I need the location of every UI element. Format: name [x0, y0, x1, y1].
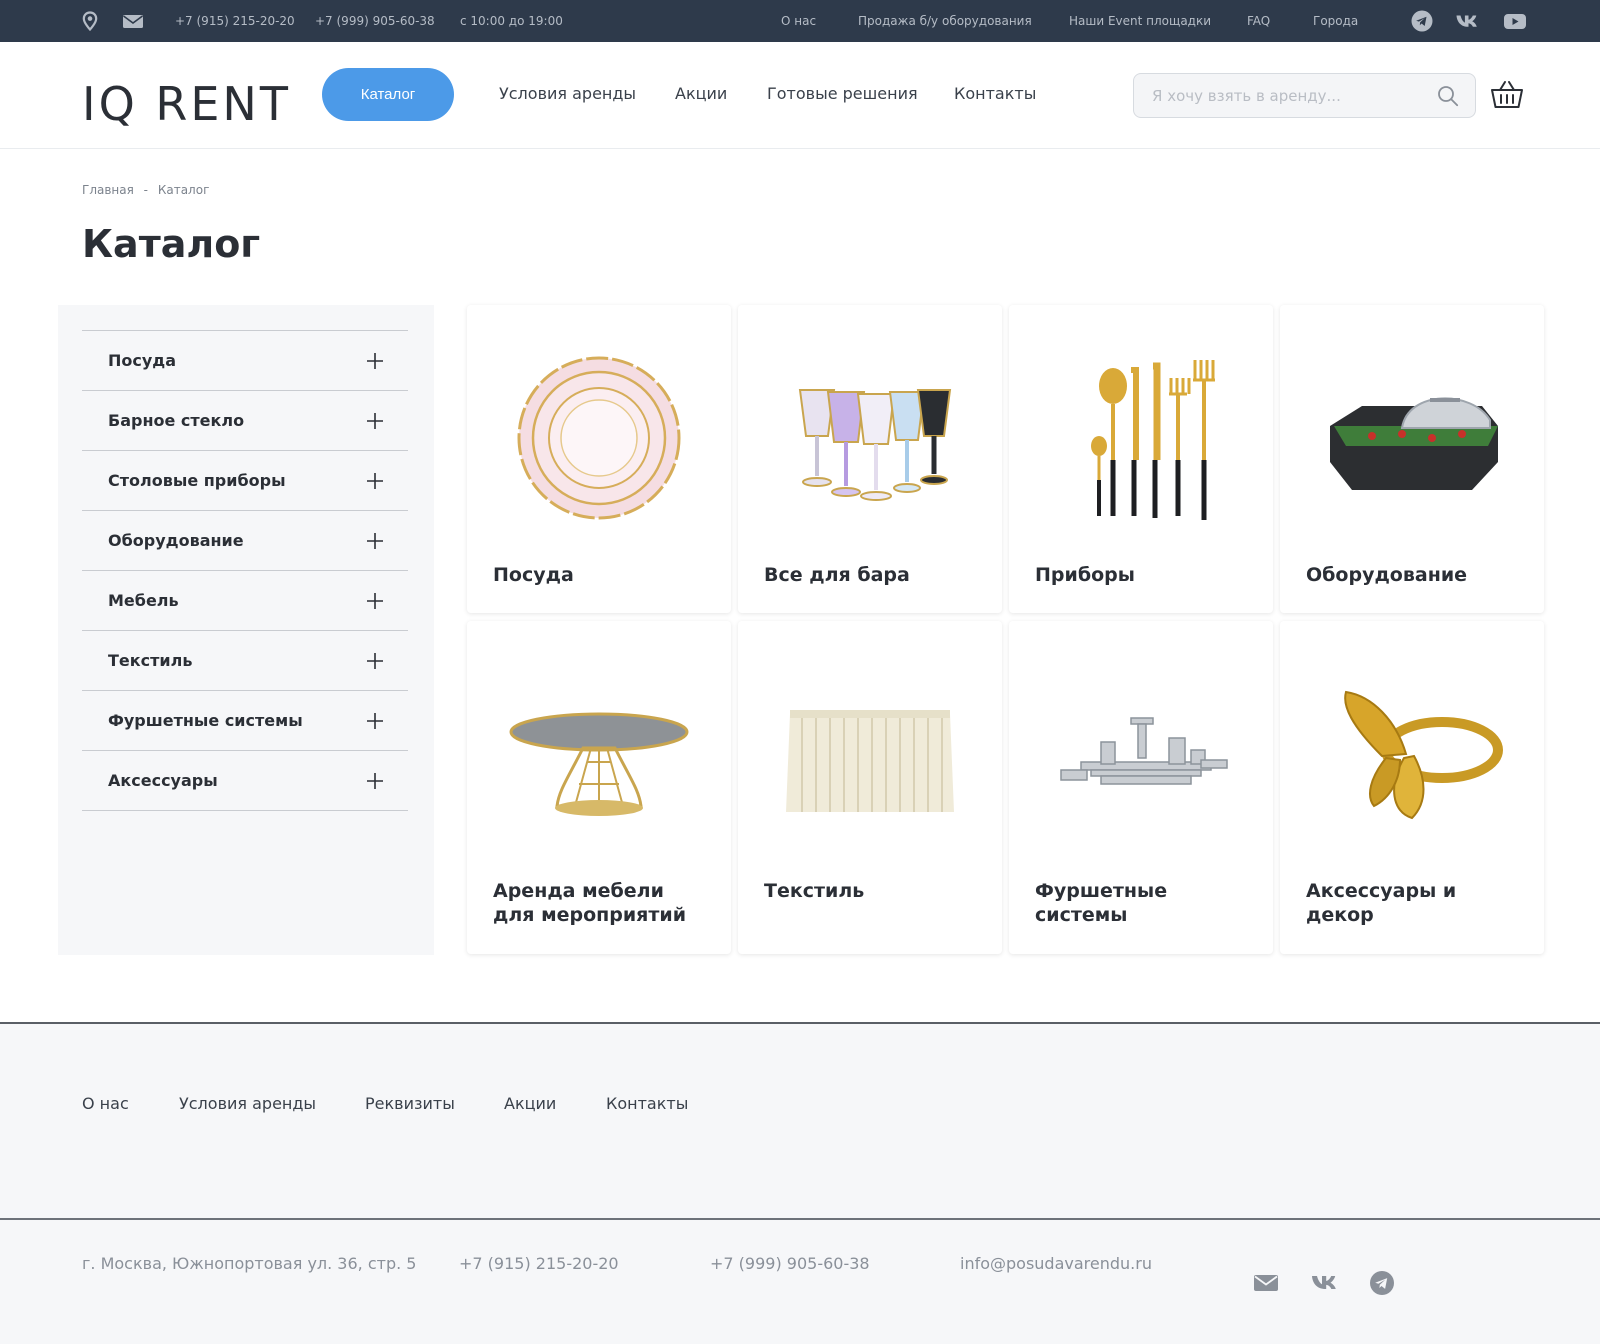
footer-email[interactable]: info@posudavarendu.ru	[960, 1254, 1152, 1273]
page-title: Каталог	[82, 222, 261, 266]
glasses-image	[798, 389, 952, 501]
footer-address: г. Москва, Южнопортовая ул. 36, стр. 5	[82, 1254, 417, 1273]
category-list: Посуда Барное стекло Столовые приборы Об…	[82, 330, 408, 811]
sidebar-item-tableware[interactable]: Посуда	[82, 331, 408, 391]
footer-phone-2[interactable]: +7 (999) 905-60-38	[710, 1254, 870, 1273]
footer-link-about[interactable]: О нас	[82, 1094, 129, 1113]
card-title: Аренда мебели для мероприятий	[493, 880, 687, 926]
plus-icon[interactable]	[366, 592, 384, 610]
nav-ready-solutions[interactable]: Готовые решения	[767, 84, 918, 103]
top-link-cities[interactable]: Города	[1313, 0, 1358, 42]
search-input[interactable]	[1152, 74, 1422, 117]
plus-icon[interactable]	[366, 352, 384, 370]
vk-icon[interactable]	[1455, 11, 1481, 31]
sidebar-item-label: Посуда	[108, 351, 177, 370]
sidebar-item-label: Столовые приборы	[108, 471, 286, 490]
category-card-textile[interactable]: Текстиль	[738, 621, 1002, 954]
sidebar-item-textile[interactable]: Текстиль	[82, 631, 408, 691]
logo[interactable]: IQ RENT	[82, 78, 291, 130]
category-card-furniture[interactable]: Аренда мебели для мероприятий	[467, 621, 731, 954]
category-sidebar: Посуда Барное стекло Столовые приборы Об…	[58, 305, 434, 955]
search-box	[1133, 73, 1476, 118]
sidebar-item-label: Фуршетные системы	[108, 711, 303, 730]
footer-divider	[0, 1218, 1600, 1220]
card-title: Все для бара	[764, 564, 910, 586]
vk-icon[interactable]	[1310, 1270, 1340, 1296]
top-phone-2[interactable]: +7 (999) 905-60-38	[315, 0, 435, 42]
napkin-ring-image	[1344, 690, 1503, 820]
chafing-dish-image	[1330, 397, 1498, 490]
sidebar-item-label: Текстиль	[108, 651, 193, 670]
table-skirt-image	[786, 710, 954, 812]
breadcrumb-current: Каталог	[157, 183, 210, 197]
mail-icon[interactable]	[122, 11, 144, 31]
footer-link-contacts[interactable]: Контакты	[606, 1094, 688, 1113]
sidebar-item-furniture[interactable]: Мебель	[82, 571, 408, 631]
breadcrumb-home[interactable]: Главная	[82, 183, 134, 197]
plus-icon[interactable]	[366, 652, 384, 670]
sidebar-item-buffet-systems[interactable]: Фуршетные системы	[82, 691, 408, 751]
plus-icon[interactable]	[366, 532, 384, 550]
basket-icon[interactable]	[1490, 80, 1524, 110]
card-title: Посуда	[493, 564, 574, 586]
plus-icon[interactable]	[366, 772, 384, 790]
youtube-icon[interactable]	[1503, 11, 1527, 31]
top-link-event-venues[interactable]: Наши Event площадки	[1069, 0, 1211, 42]
plus-icon[interactable]	[366, 712, 384, 730]
top-phone-1[interactable]: +7 (915) 215-20-20	[175, 0, 295, 42]
telegram-icon[interactable]	[1369, 1270, 1395, 1296]
category-card-equipment[interactable]: Оборудование	[1280, 305, 1544, 613]
top-link-used-equipment[interactable]: Продажа б/у оборудования	[858, 0, 1032, 42]
category-card-tableware[interactable]: Посуда	[467, 305, 731, 613]
buffet-stands-image	[1060, 717, 1228, 785]
card-title: Приборы	[1035, 564, 1135, 586]
nav-promotions[interactable]: Акции	[675, 84, 727, 103]
card-title: Аксессуары и декор	[1306, 880, 1457, 926]
sidebar-item-label: Барное стекло	[108, 411, 245, 430]
category-card-bar[interactable]: Все для бара	[738, 305, 1002, 613]
sidebar-item-accessories[interactable]: Аксессуары	[82, 751, 408, 811]
footer-phone-1[interactable]: +7 (915) 215-20-20	[459, 1254, 619, 1273]
site-header: IQ RENT Каталог Условия аренды Акции Гот…	[0, 42, 1600, 149]
catalog-button[interactable]: Каталог	[322, 68, 454, 121]
breadcrumb: Главная - Каталог	[82, 183, 209, 197]
footer-link-promotions[interactable]: Акции	[504, 1094, 556, 1113]
category-card-buffet-systems[interactable]: Фуршетные системы	[1009, 621, 1273, 954]
footer-link-requisites[interactable]: Реквизиты	[365, 1094, 455, 1113]
card-title: Текстиль	[764, 880, 865, 902]
plus-icon[interactable]	[366, 472, 384, 490]
telegram-icon[interactable]	[1411, 10, 1433, 32]
plus-icon[interactable]	[366, 412, 384, 430]
top-bar: +7 (915) 215-20-20 +7 (999) 905-60-38 с …	[0, 0, 1600, 42]
mail-icon[interactable]	[1253, 1270, 1279, 1296]
sidebar-item-equipment[interactable]: Оборудование	[82, 511, 408, 571]
search-icon[interactable]	[1437, 85, 1459, 107]
sidebar-item-cutlery[interactable]: Столовые приборы	[82, 451, 408, 511]
top-link-about[interactable]: О нас	[781, 0, 816, 42]
top-hours: с 10:00 до 19:00	[460, 14, 563, 28]
nav-rental-terms[interactable]: Условия аренды	[499, 84, 636, 103]
category-card-cutlery[interactable]: Приборы	[1009, 305, 1273, 613]
cutlery-image	[1091, 360, 1215, 520]
footer-link-rental-terms[interactable]: Условия аренды	[179, 1094, 316, 1113]
sidebar-item-bar-glass[interactable]: Барное стекло	[82, 391, 408, 451]
card-title: Фуршетные системы	[1035, 880, 1168, 926]
sidebar-item-label: Аксессуары	[108, 771, 218, 790]
sidebar-item-label: Оборудование	[108, 531, 244, 550]
breadcrumb-separator: -	[143, 183, 149, 197]
category-card-accessories[interactable]: Аксессуары и декор	[1280, 621, 1544, 954]
card-title: Оборудование	[1306, 564, 1468, 586]
nav-contacts[interactable]: Контакты	[954, 84, 1036, 103]
map-pin-icon[interactable]	[80, 11, 100, 31]
cake-table-image	[509, 712, 689, 816]
top-link-faq[interactable]: FAQ	[1247, 0, 1270, 42]
plate-image	[517, 356, 681, 520]
sidebar-item-label: Мебель	[108, 591, 179, 610]
site-footer: О нас Условия аренды Реквизиты Акции Кон…	[0, 1022, 1600, 1344]
